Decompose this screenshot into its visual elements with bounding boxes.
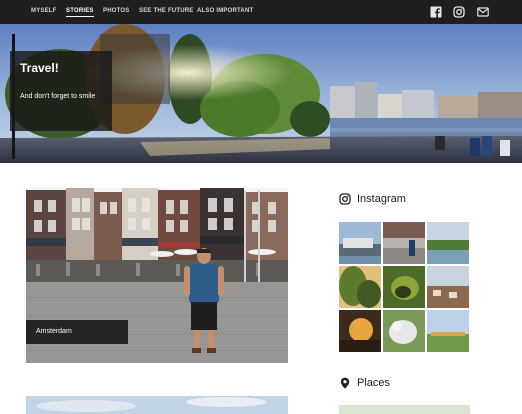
- post-card-next[interactable]: [26, 396, 288, 414]
- instagram-photo[interactable]: [383, 266, 425, 308]
- location-pin-icon: [340, 377, 350, 389]
- post-card-amsterdam[interactable]: Amsterdam: [26, 188, 288, 363]
- nav-item-myself[interactable]: MYSELF: [31, 8, 57, 14]
- instagram-photo[interactable]: [427, 222, 469, 264]
- instagram-photo[interactable]: [339, 222, 381, 264]
- post-label-text: Amsterdam: [36, 328, 72, 335]
- nav-item-see-the-future[interactable]: SEE THE FUTURE: [139, 8, 193, 14]
- places-map[interactable]: [339, 405, 470, 414]
- hero-caption-box: Travel! And don't forget to smile: [10, 51, 112, 131]
- instagram-icon[interactable]: [453, 6, 465, 18]
- nav-item-stories[interactable]: STORIES: [66, 8, 94, 17]
- instagram-grid: [339, 222, 470, 353]
- instagram-heading-text: Instagram: [357, 193, 406, 205]
- facebook-icon[interactable]: [430, 6, 442, 18]
- hero-title: Travel!: [20, 61, 59, 75]
- instagram-photo[interactable]: [339, 266, 381, 308]
- nav-item-photos[interactable]: PHOTOS: [103, 8, 129, 14]
- post-label: Amsterdam: [26, 320, 128, 344]
- instagram-photo[interactable]: [383, 310, 425, 352]
- instagram-photo[interactable]: [427, 266, 469, 308]
- instagram-icon: [339, 193, 351, 205]
- hero-subtitle: And don't forget to smile: [20, 93, 96, 100]
- mail-icon[interactable]: [477, 6, 489, 18]
- instagram-photo[interactable]: [339, 310, 381, 352]
- top-navigation: MYSELF STORIES PHOTOS SEE THE FUTURE ALS…: [0, 0, 522, 24]
- post-image-next: [26, 396, 288, 414]
- instagram-photo[interactable]: [383, 222, 425, 264]
- instagram-photo[interactable]: [427, 310, 469, 352]
- hero-banner: Travel! And don't forget to smile: [0, 24, 522, 163]
- places-heading-text: Places: [357, 377, 391, 389]
- nav-item-also-important[interactable]: ALSO IMPORTANT: [197, 8, 253, 14]
